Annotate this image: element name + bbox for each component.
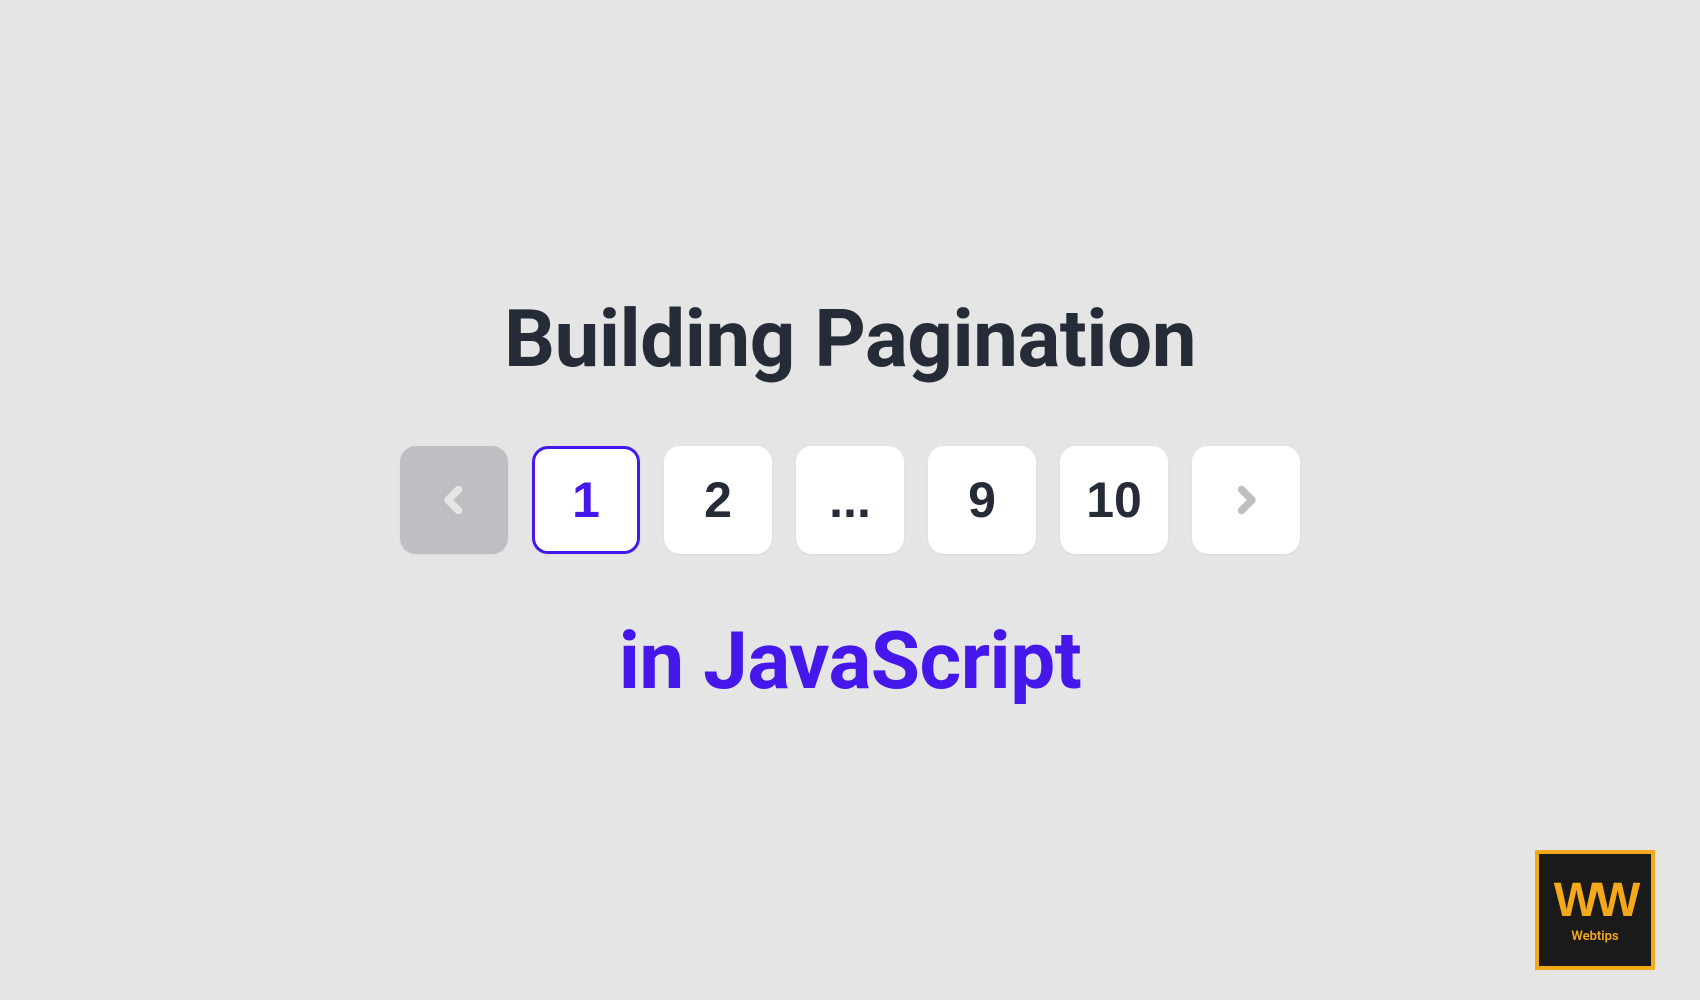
page-subtitle: in JavaScript — [619, 614, 1082, 708]
pagination-next-button[interactable] — [1192, 446, 1300, 554]
pagination-prev-button[interactable] — [400, 446, 508, 554]
logo-main-text: WW — [1554, 877, 1637, 925]
pagination-ellipsis: ... — [796, 446, 904, 554]
page-title: Building Pagination — [504, 292, 1196, 386]
chevron-left-icon — [436, 482, 472, 518]
chevron-right-icon — [1228, 482, 1264, 518]
pagination-page-1[interactable]: 1 — [532, 446, 640, 554]
pagination-page-10[interactable]: 10 — [1060, 446, 1168, 554]
pagination-page-2[interactable]: 2 — [664, 446, 772, 554]
pagination-page-9[interactable]: 9 — [928, 446, 1036, 554]
logo-sub-text: Webtips — [1571, 929, 1618, 944]
webtips-logo: WW Webtips — [1535, 850, 1655, 970]
pagination-container: 1 2 ... 9 10 — [400, 446, 1300, 554]
main-content: Building Pagination 1 2 ... 9 10 in Java… — [400, 292, 1300, 708]
